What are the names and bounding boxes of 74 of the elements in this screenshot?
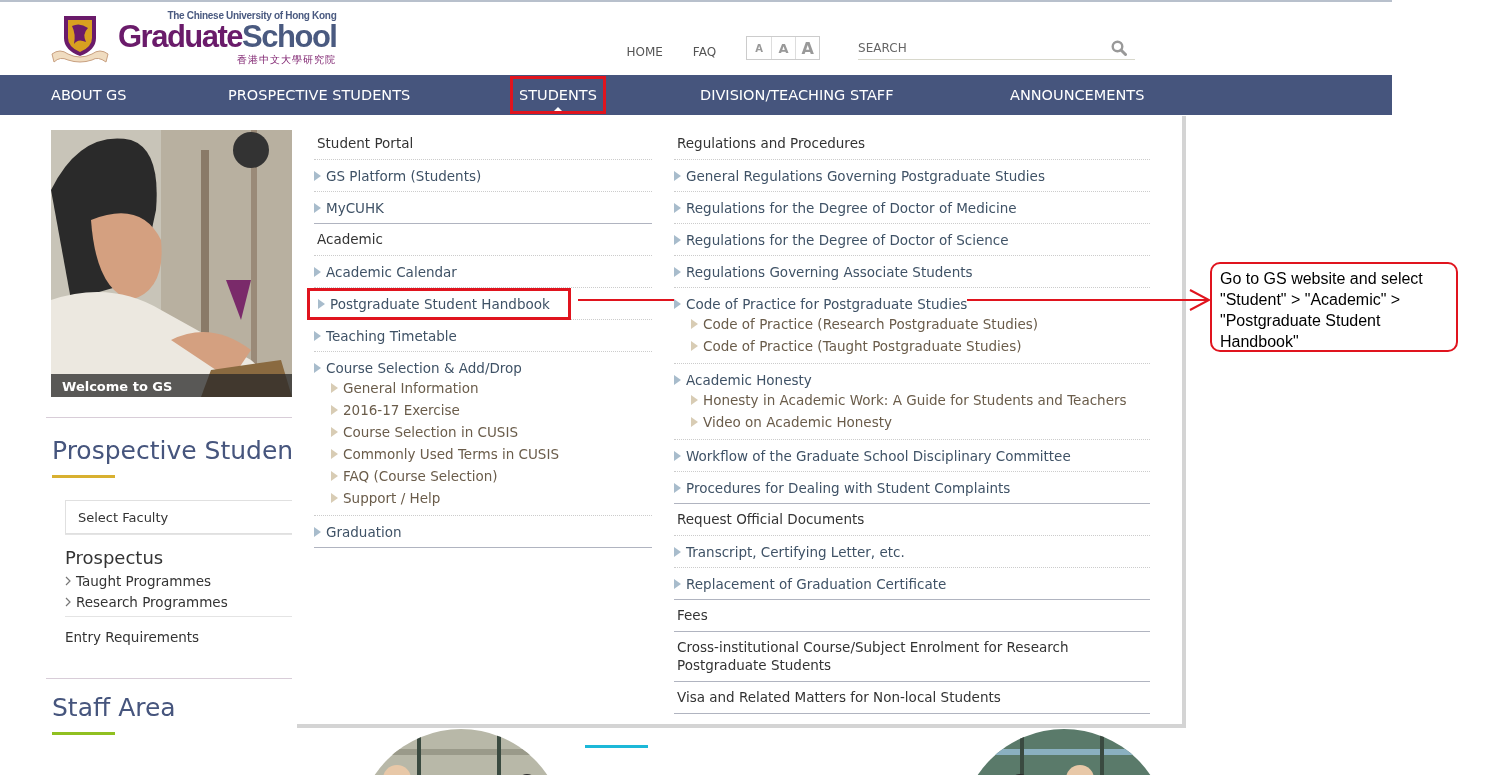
menu-link[interactable]: Workflow of the Graduate School Disciplinary Committee [674,447,1071,465]
menu-link[interactable]: Replacement of Graduation Certificate [674,575,947,593]
triangle-icon [674,203,681,213]
triangle-icon [674,451,681,461]
crest-logo [50,13,110,64]
triangle-icon [314,171,321,181]
section-heading: Staff Area [52,693,177,722]
triangle-icon [314,527,321,537]
chevron-icon [65,597,71,607]
submenu-link[interactable]: Code of Practice (Research Postgraduate Studies) [674,313,1150,335]
menu-link[interactable]: Regulations Governing Associate Students [674,263,973,281]
triangle-icon [314,203,321,213]
faculty-select[interactable]: Select Faculty [65,500,292,534]
submenu-link[interactable]: Support / Help [314,487,652,509]
banner-caption: Welcome to GS [51,374,292,397]
triangle-icon [691,417,698,427]
triangle-icon [331,493,338,503]
menu-heading[interactable]: Visa and Related Matters for Non-local Students [674,682,1150,713]
menu-link[interactable]: Regulations for the Degree of Doctor of Science [674,231,1009,249]
chinese-name: 香港中文大學研究院 [237,53,337,67]
programme-link[interactable]: Research Programmes [65,594,292,610]
triangle-icon [318,299,325,309]
nav-tab[interactable]: ANNOUNCEMENTS [1003,78,1152,112]
submenu-link[interactable]: Commonly Used Terms in CUSIS [314,443,652,465]
menu-link[interactable]: Course Selection & Add/Drop [314,359,522,377]
search-icon[interactable] [1111,40,1128,56]
menu-link[interactable]: General Regulations Governing Postgraduate Studies [674,167,1045,185]
menu-link[interactable]: Procedures for Dealing with Student Complaints [674,479,1011,497]
triangle-icon [691,341,698,351]
menu-link[interactable]: Teaching Timetable [314,327,457,345]
triangle-icon [674,235,681,245]
section-heading: Prospective Studen [52,436,292,465]
triangle-icon [314,267,321,277]
menu-heading[interactable]: Fees [674,600,1150,631]
menu-link[interactable]: Code of Practice for Postgraduate Studies [674,295,968,313]
annotation-callout: Go to GS website and select "Student" > "Academic" > "Postgraduate Student Handbook" [1210,262,1458,352]
triangle-icon [331,471,338,481]
menu-link[interactable]: GS Platform (Students) [314,167,482,185]
triangle-icon [331,405,338,415]
submenu-link[interactable]: General Information [314,377,652,399]
triangle-icon [674,267,681,277]
triangle-icon [674,483,681,493]
menu-link[interactable]: Transcript, Certifying Letter, etc. [674,543,905,561]
programme-link[interactable]: Taught Programmes [65,573,292,589]
entry-requirements-link[interactable]: Entry Requirements [65,629,292,645]
submenu-link[interactable]: 2016-17 Exercise [314,399,652,421]
university-name: The Chinese University of Hong Kong [167,10,337,21]
submenu-link[interactable]: FAQ (Course Selection) [314,465,652,487]
nav-tab[interactable]: ABOUT GS [44,78,134,112]
top-link[interactable]: HOME [626,45,663,59]
nav-tab[interactable]: STUDENTS [512,78,604,112]
triangle-icon [674,171,681,181]
menu-link[interactable]: Regulations for the Degree of Doctor of Medicine [674,199,1017,217]
triangle-icon [314,331,321,341]
triangle-icon [674,547,681,557]
nav-tab[interactable]: PROSPECTIVE STUDENTS [221,78,418,112]
menu-heading[interactable]: Regulations and Procedures [674,128,1150,159]
prospectus-heading: Prospectus [65,547,165,568]
submenu-link[interactable]: Honesty in Academic Work: A Guide for Students and Teachers [674,389,1150,411]
submenu-link[interactable]: Course Selection in CUSIS [314,421,652,443]
menu-heading[interactable]: Academic [314,224,652,255]
top-link[interactable]: FAQ [692,45,717,59]
chevron-icon [65,576,71,586]
submenu-link[interactable]: Code of Practice (Taught Postgraduate Studies) [674,335,1150,357]
triangle-icon [331,449,338,459]
triangle-icon [674,579,681,589]
menu-heading[interactable]: Student Portal [314,128,652,159]
menu-heading[interactable]: Request Official Documents [674,504,1150,535]
submenu-link[interactable]: Video on Academic Honesty [674,411,1150,433]
triangle-icon [331,427,338,437]
menu-heading[interactable]: Cross-institutional Course/Subject Enrolment for Research Postgraduate Students [674,632,1150,681]
school-name: GraduateSchool [118,21,337,53]
menu-link[interactable]: Academic Honesty [674,371,812,389]
nav-tab[interactable]: DIVISION/TEACHING STAFF [693,78,901,112]
